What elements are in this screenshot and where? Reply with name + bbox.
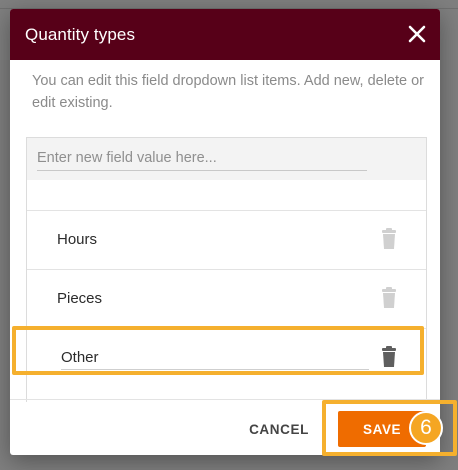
step-number-badge: 6 (409, 411, 443, 445)
footer-divider (10, 399, 440, 400)
new-value-input[interactable] (37, 146, 367, 171)
cancel-button[interactable]: CANCEL (239, 411, 319, 447)
trash-icon[interactable] (379, 346, 399, 368)
item-label[interactable]: Pieces (57, 290, 102, 307)
dialog-title: Quantity types (25, 25, 136, 44)
item-edit-input[interactable] (61, 345, 369, 370)
dialog-description: You can edit this field dropdown list it… (32, 73, 425, 111)
dialog-header: Quantity types (10, 9, 440, 60)
list-item: Pieces (27, 270, 426, 328)
close-icon[interactable] (406, 23, 428, 45)
trash-icon[interactable] (379, 287, 399, 309)
new-value-row (27, 138, 426, 180)
trash-icon[interactable] (379, 228, 399, 250)
quantity-types-dialog: Quantity types You can edit this field d… (10, 9, 440, 455)
item-label[interactable]: Hours (57, 231, 97, 248)
dropdown-items-list: Hours Pieces (26, 137, 427, 402)
list-item: Hours (27, 211, 426, 269)
list-item-editing (27, 329, 426, 387)
